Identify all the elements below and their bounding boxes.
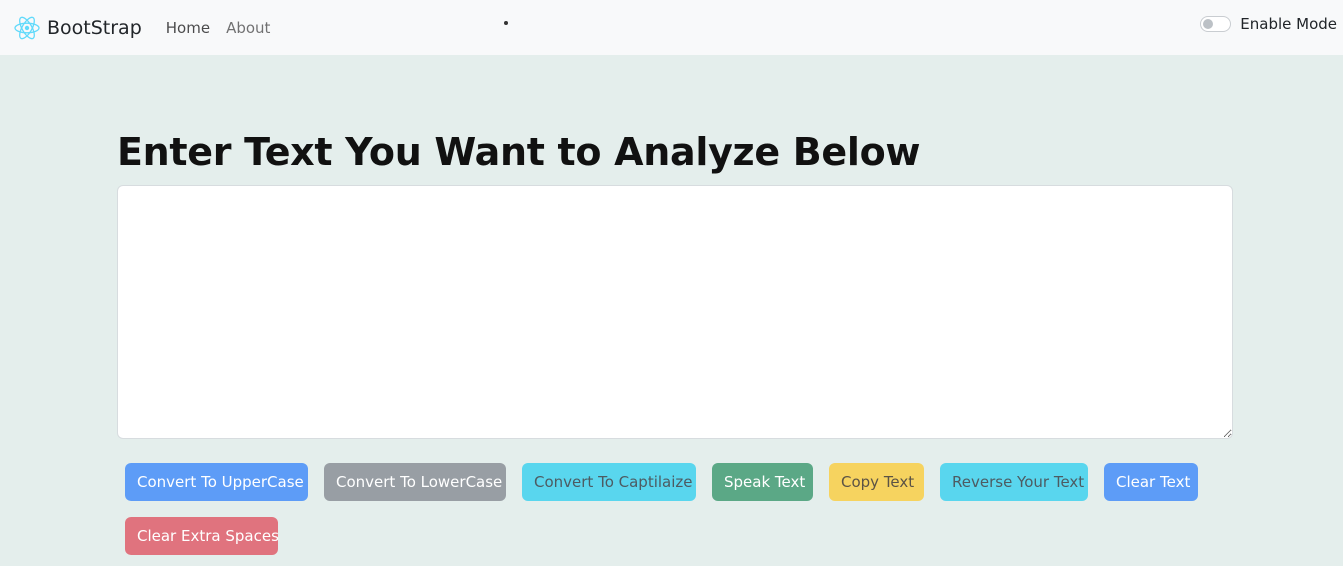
navbar: BootStrap Home About Enable Mode bbox=[0, 0, 1343, 55]
page-heading: Enter Text You Want to Analyze Below bbox=[117, 130, 921, 174]
react-atom-icon bbox=[14, 16, 40, 39]
dark-mode-switch[interactable]: Enable Mode bbox=[1200, 15, 1337, 33]
mode-toggle[interactable] bbox=[1200, 16, 1232, 32]
navbar-brand[interactable]: BootStrap bbox=[12, 0, 142, 55]
speak-text-button[interactable]: Speak Text bbox=[712, 463, 813, 501]
convert-lowercase-button[interactable]: Convert To LowerCase bbox=[324, 463, 506, 501]
copy-text-button[interactable]: Copy Text bbox=[829, 463, 924, 501]
mode-label: Enable Mode bbox=[1240, 15, 1337, 33]
nav-link-about: About bbox=[226, 18, 271, 37]
reverse-text-button[interactable]: Reverse Your Text bbox=[940, 463, 1088, 501]
convert-uppercase-button[interactable]: Convert To UpperCase bbox=[125, 463, 308, 501]
toggle-knob bbox=[1203, 19, 1214, 29]
text-input[interactable] bbox=[117, 185, 1233, 439]
brand-name: BootStrap bbox=[47, 16, 142, 39]
convert-capitalize-button[interactable]: Convert To Captilaize bbox=[522, 463, 696, 501]
clear-extra-spaces-button[interactable]: Clear Extra Spaces bbox=[125, 517, 279, 555]
clear-text-button[interactable]: Clear Text bbox=[1104, 463, 1198, 501]
nav-link-home[interactable]: Home bbox=[166, 19, 210, 37]
stray-dot bbox=[504, 21, 508, 25]
